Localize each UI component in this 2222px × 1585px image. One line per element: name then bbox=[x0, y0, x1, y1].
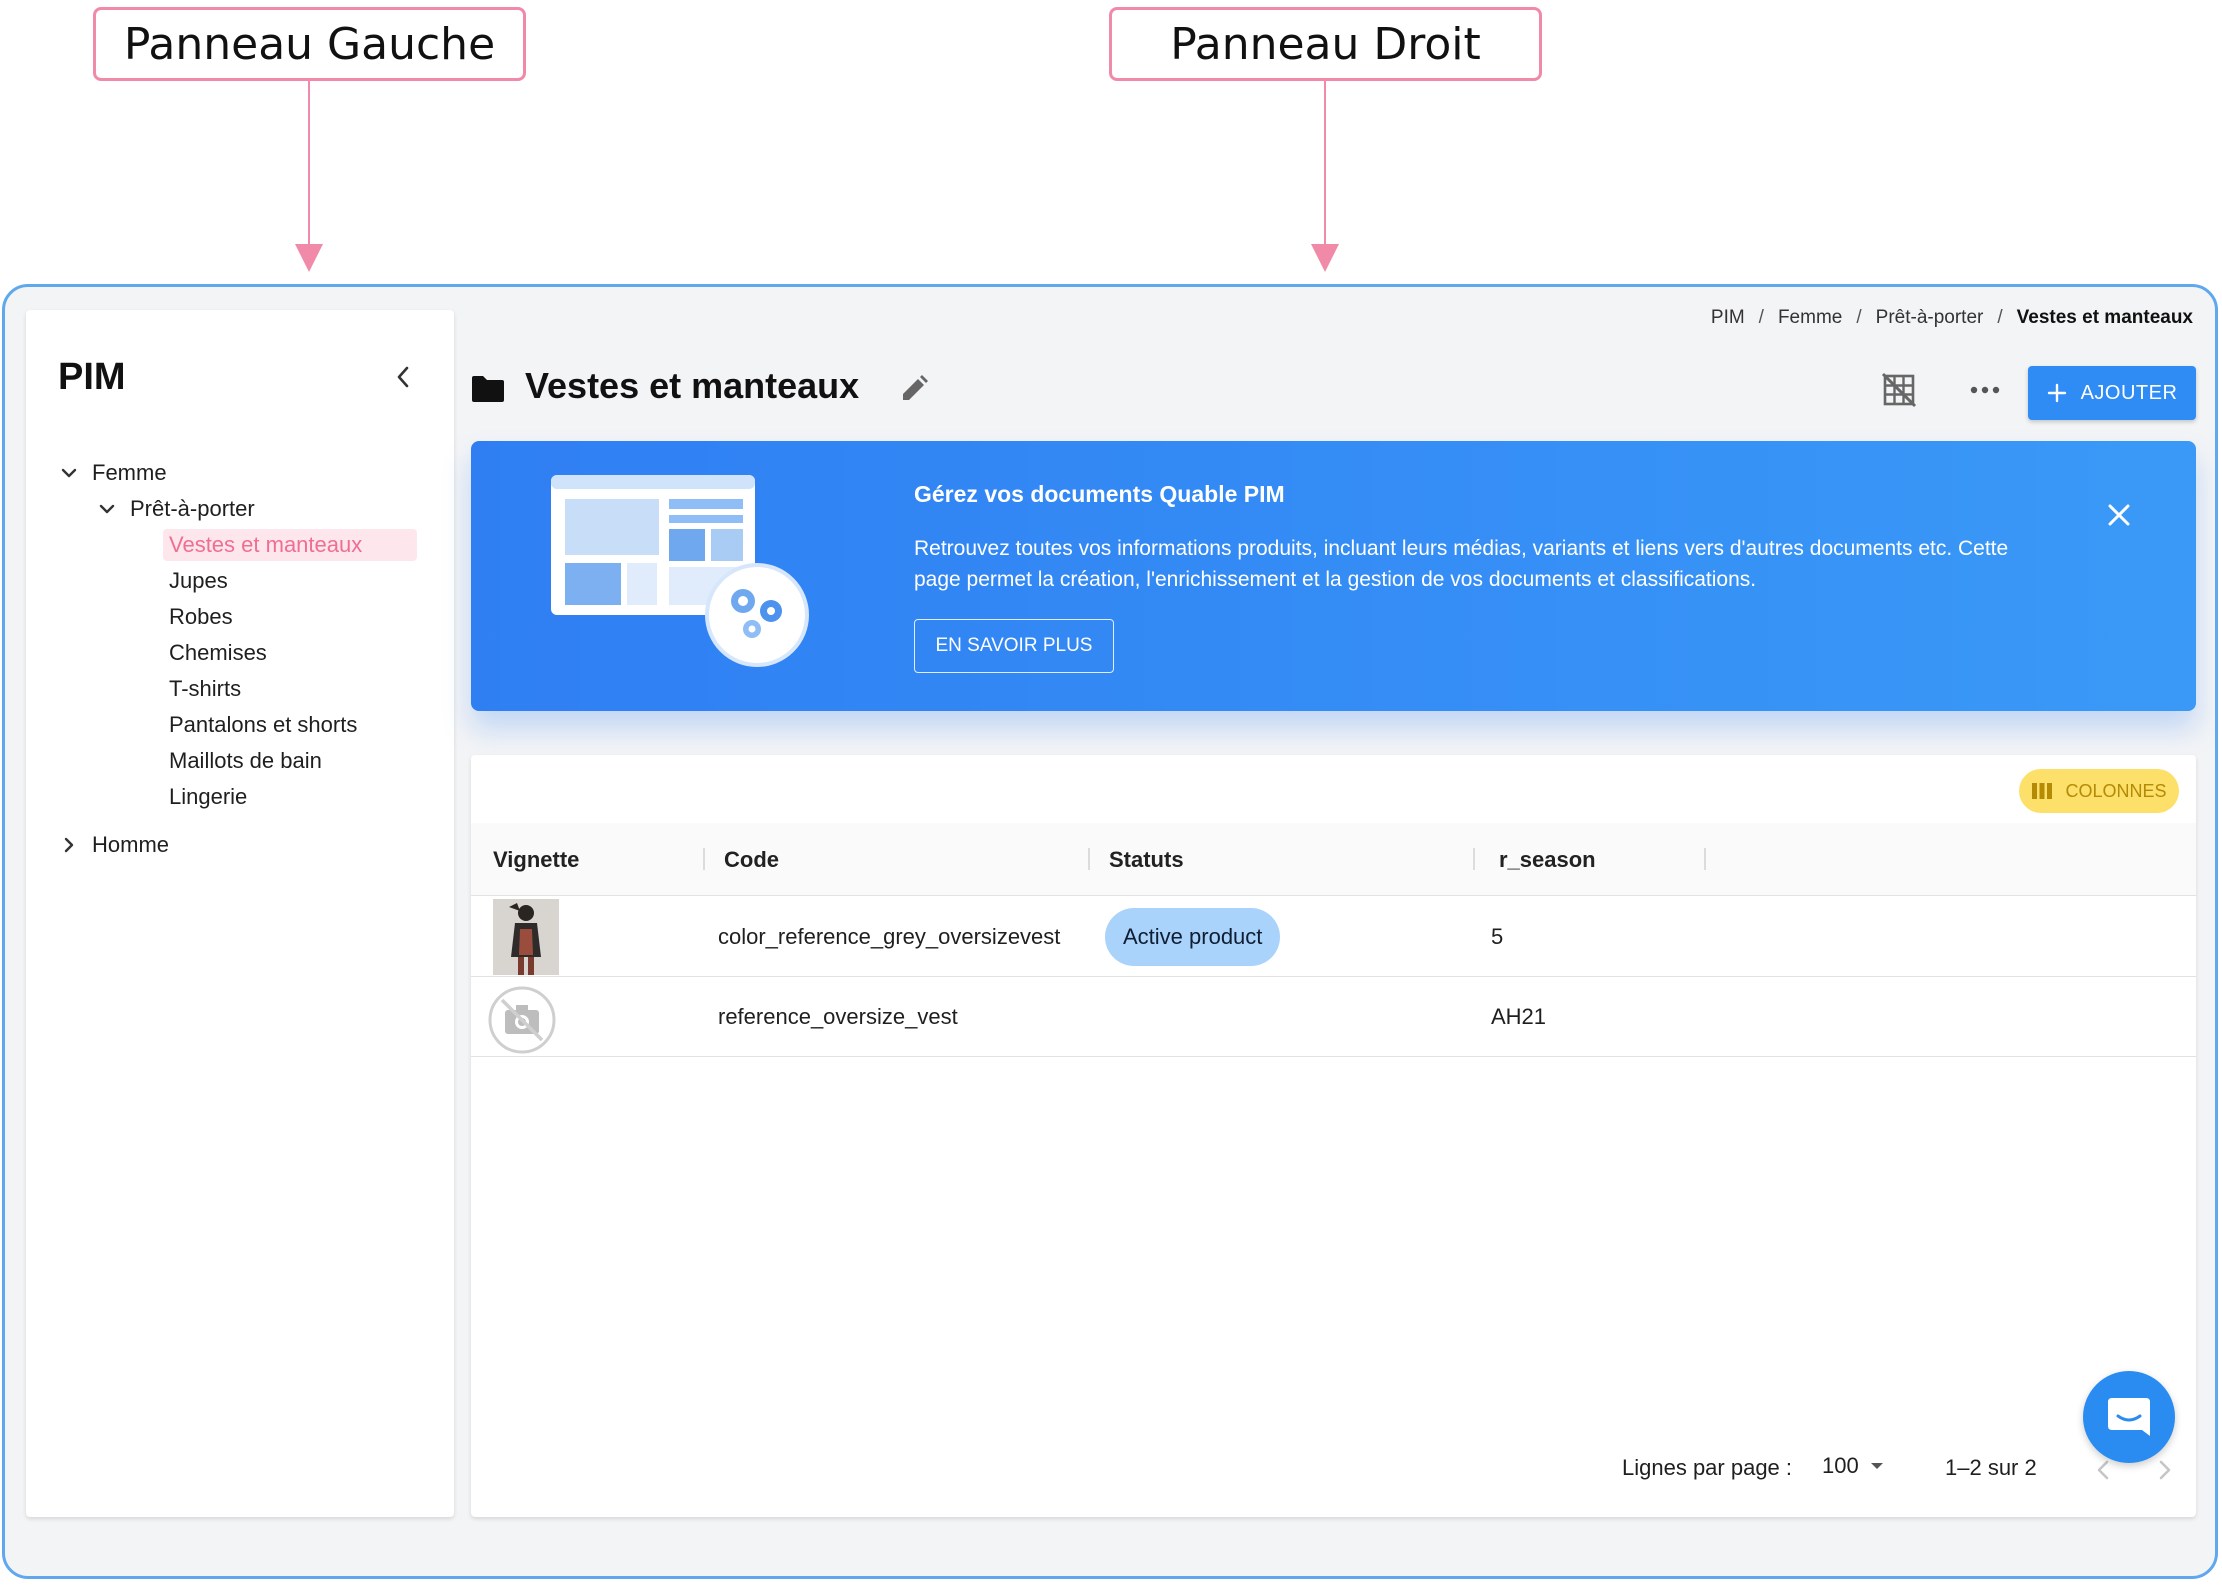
collapse-sidebar-icon[interactable] bbox=[388, 362, 418, 392]
column-resize-handle[interactable] bbox=[1088, 848, 1090, 870]
annotation-arrowhead-right bbox=[1311, 244, 1339, 272]
tree-node-label[interactable]: Homme bbox=[92, 832, 169, 858]
columns-icon bbox=[2032, 783, 2053, 799]
breadcrumb-separator: / bbox=[1856, 307, 1862, 328]
chat-icon bbox=[2108, 1398, 2150, 1436]
column-header-vignette[interactable]: Vignette bbox=[493, 823, 579, 896]
tree-item-robes[interactable]: Robes bbox=[163, 601, 233, 633]
column-header-r-season[interactable]: r_season bbox=[1499, 823, 1596, 896]
page-range: 1–2 sur 2 bbox=[1945, 1455, 2037, 1480]
tree-node-label[interactable]: Femme bbox=[92, 460, 167, 486]
product-thumbnail[interactable] bbox=[493, 899, 559, 975]
table-row[interactable]: reference_oversize_vest AH21 bbox=[471, 977, 2196, 1057]
tree-item-maillots-de-bain[interactable]: Maillots de bain bbox=[163, 745, 322, 777]
column-resize-handle[interactable] bbox=[1704, 848, 1706, 870]
annotation-arrow-left bbox=[308, 81, 310, 247]
left-panel: PIM Femme Prêt-à-porter Vestes et mantea… bbox=[26, 310, 454, 1517]
breadcrumb-separator: / bbox=[1997, 307, 2003, 328]
cell-season[interactable]: 5 bbox=[1491, 897, 1503, 976]
add-button-label: AJOUTER bbox=[2080, 381, 2178, 404]
chevron-down-icon[interactable] bbox=[58, 462, 80, 484]
tree-item-t-shirts[interactable]: T-shirts bbox=[163, 673, 241, 705]
close-icon[interactable] bbox=[2101, 497, 2137, 533]
status-badge: Active product bbox=[1105, 908, 1281, 966]
annotation-arrowhead-left bbox=[295, 244, 323, 272]
breadcrumb-current: Vestes et manteaux bbox=[2016, 307, 2193, 328]
column-header-statuts[interactable]: Statuts bbox=[1109, 823, 1184, 896]
tree-item-vestes-et-manteaux[interactable]: Vestes et manteaux bbox=[163, 529, 417, 561]
breadcrumb-item[interactable]: PIM bbox=[1711, 307, 1745, 329]
banner-title: Gérez vos documents Quable PIM bbox=[914, 481, 1285, 507]
add-button[interactable]: AJOUTER bbox=[2028, 366, 2196, 420]
column-header-code[interactable]: Code bbox=[724, 823, 779, 896]
documents-illustration-icon bbox=[551, 475, 811, 675]
breadcrumb-item[interactable]: Prêt-à-porter bbox=[1876, 307, 1984, 329]
no-photo-icon bbox=[487, 985, 557, 1055]
sidebar-title: PIM bbox=[58, 356, 126, 398]
app-window: PIM Femme Prêt-à-porter Vestes et mantea… bbox=[2, 284, 2218, 1579]
info-banner: Gérez vos documents Quable PIM Retrouvez… bbox=[471, 441, 2196, 711]
column-resize-handle[interactable] bbox=[703, 848, 705, 870]
cell-season[interactable]: AH21 bbox=[1491, 977, 1546, 1056]
tree-node-pret-a-porter[interactable]: Prêt-à-porter bbox=[96, 493, 255, 525]
column-resize-handle[interactable] bbox=[1473, 848, 1475, 870]
tree-item-chemises[interactable]: Chemises bbox=[163, 637, 267, 669]
annotation-left-panel: Panneau Gauche bbox=[93, 7, 526, 81]
page-title: Vestes et manteaux bbox=[525, 365, 860, 406]
rows-per-page-value: 100 bbox=[1822, 1453, 1859, 1478]
columns-button[interactable]: COLONNES bbox=[2019, 769, 2179, 813]
dropdown-arrow-icon bbox=[1870, 1463, 1883, 1469]
rows-per-page-label: Lignes par page : bbox=[1622, 1455, 1793, 1480]
edit-pencil-icon[interactable] bbox=[898, 373, 930, 405]
pagination: Lignes par page : 100 1–2 sur 2 bbox=[471, 1445, 2196, 1495]
rows-per-page-select[interactable]: 100 bbox=[1822, 1453, 1885, 1479]
chat-support-button[interactable] bbox=[2083, 1371, 2175, 1463]
next-page-icon[interactable] bbox=[2151, 1457, 2177, 1483]
learn-more-button[interactable]: EN SAVOIR PLUS bbox=[914, 619, 1114, 673]
breadcrumb: PIM / Femme / Prêt-à-porter / Vestes et … bbox=[1711, 307, 2193, 329]
more-options-icon[interactable] bbox=[1967, 375, 2003, 405]
annotation-right-panel: Panneau Droit bbox=[1109, 7, 1542, 81]
chevron-right-icon[interactable] bbox=[58, 834, 80, 856]
annotation-arrow-right bbox=[1324, 81, 1326, 247]
folder-icon bbox=[471, 375, 505, 403]
breadcrumb-item[interactable]: Femme bbox=[1778, 307, 1842, 329]
tree-item-pantalons-et-shorts[interactable]: Pantalons et shorts bbox=[163, 709, 357, 741]
columns-button-label: COLONNES bbox=[2065, 780, 2167, 801]
table-row[interactable]: color_reference_grey_oversizevest Active… bbox=[471, 897, 2196, 977]
previous-page-icon[interactable] bbox=[2091, 1457, 2117, 1483]
plus-icon bbox=[2047, 383, 2066, 403]
tree-node-femme[interactable]: Femme bbox=[58, 457, 167, 489]
tree-node-label[interactable]: Prêt-à-porter bbox=[130, 496, 255, 522]
tree-item-lingerie[interactable]: Lingerie bbox=[163, 781, 247, 813]
breadcrumb-separator: / bbox=[1758, 307, 1764, 328]
tree-node-homme[interactable]: Homme bbox=[58, 829, 169, 861]
chevron-down-icon[interactable] bbox=[96, 498, 118, 520]
cell-code[interactable]: reference_oversize_vest bbox=[718, 977, 958, 1056]
cell-code[interactable]: color_reference_grey_oversizevest bbox=[718, 897, 1060, 976]
documents-table: COLONNES Vignette Code Statuts r_season bbox=[471, 755, 2196, 1517]
tree-item-jupes[interactable]: Jupes bbox=[163, 565, 228, 597]
banner-text: Retrouvez toutes vos informations produi… bbox=[914, 537, 2009, 591]
table-header: Vignette Code Statuts r_season bbox=[471, 823, 2196, 896]
grid-off-icon[interactable] bbox=[1881, 372, 1917, 408]
